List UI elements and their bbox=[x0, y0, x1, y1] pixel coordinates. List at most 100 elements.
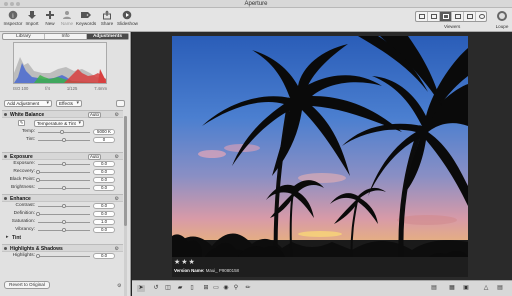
saturation-slider-knob[interactable] bbox=[62, 220, 66, 224]
brightness-value[interactable]: 0.0 bbox=[93, 185, 115, 191]
tab-adjustments[interactable]: Adjustments bbox=[87, 34, 128, 39]
inspector-button[interactable]: i Inspector bbox=[3, 10, 23, 26]
tint-disclosure[interactable]: ▸ Tint bbox=[2, 234, 123, 242]
keywords-icon bbox=[81, 12, 91, 18]
viewer-mode-browser[interactable] bbox=[416, 12, 428, 21]
viewer-mode-map[interactable] bbox=[452, 12, 464, 21]
highlights-shadows-checkbox[interactable] bbox=[4, 247, 7, 250]
viewer-mode-globe[interactable] bbox=[476, 12, 488, 21]
inspector-scrollbar[interactable] bbox=[124, 116, 127, 296]
black-point-slider[interactable] bbox=[38, 180, 90, 181]
definition-slider[interactable] bbox=[38, 214, 90, 215]
vibrancy-value[interactable]: 0.0 bbox=[93, 227, 115, 233]
eyedropper-icon[interactable]: ✎ bbox=[18, 120, 25, 126]
temp-row: Temp: 5000 K bbox=[2, 128, 123, 136]
selection-tool-icon[interactable]: ➤ bbox=[137, 285, 145, 292]
revert-to-original-button[interactable]: Revert to Original bbox=[4, 281, 50, 289]
share-panel-icon[interactable]: △ bbox=[482, 285, 490, 292]
exposure-header[interactable]: Exposure Auto ⚙ bbox=[2, 152, 123, 160]
keywords-button[interactable]: Keywords bbox=[76, 10, 96, 26]
contrast-row: Contrast: 0.0 bbox=[2, 202, 123, 210]
exposure-checkbox[interactable] bbox=[4, 155, 7, 158]
retouch-icon[interactable]: ⚲ bbox=[232, 285, 240, 292]
exposure-value[interactable]: 0.0 bbox=[93, 161, 115, 167]
saturation-value[interactable]: 1.0 bbox=[93, 219, 115, 225]
recovery-slider[interactable] bbox=[38, 172, 90, 173]
scrollbar-thumb[interactable] bbox=[124, 116, 127, 226]
exposure-slider-knob[interactable] bbox=[62, 162, 66, 166]
gear-icon[interactable]: ⚙ bbox=[117, 283, 121, 289]
definition-slider-knob[interactable] bbox=[36, 212, 40, 216]
vibrancy-slider-knob[interactable] bbox=[62, 228, 66, 232]
add-adjustment-popup[interactable]: Add Adjustment bbox=[4, 100, 52, 107]
viewer-layout-icon[interactable]: ▦ bbox=[448, 285, 456, 292]
black-point-value[interactable]: 0.0 bbox=[93, 177, 115, 183]
star-rating[interactable]: ★★★ bbox=[174, 258, 196, 266]
definition-value[interactable]: 0.0 bbox=[93, 211, 115, 217]
name-icon bbox=[63, 11, 71, 19]
temp-value[interactable]: 5000 K bbox=[93, 129, 115, 135]
white-balance-checkbox[interactable] bbox=[4, 113, 7, 116]
tint-label: Tint: bbox=[25, 137, 35, 142]
name-button[interactable]: Name bbox=[57, 10, 77, 26]
highlights-slider-knob[interactable] bbox=[36, 254, 40, 258]
white-balance-header[interactable]: White Balance Auto ⚙ bbox=[2, 110, 123, 118]
viewer-mode-split[interactable] bbox=[428, 12, 440, 21]
stamp-icon[interactable]: ▯ bbox=[188, 285, 196, 292]
straighten-tool-icon[interactable]: ▭ bbox=[212, 285, 220, 292]
enhance-section: Enhance ⚙ Contrast: 0.0 Definition: 0.0 Sa… bbox=[2, 194, 123, 242]
highlights-shadows-section: Highlights & Shadows ⚙ Highlights: 0.0 bbox=[2, 244, 123, 260]
tab-info[interactable]: Info bbox=[45, 34, 87, 39]
enhance-header[interactable]: Enhance ⚙ bbox=[2, 194, 123, 202]
exposure-label: Exposure: bbox=[13, 161, 35, 166]
loupe-button[interactable]: Loupe bbox=[494, 10, 510, 29]
slideshow-button[interactable]: Slideshow bbox=[117, 10, 138, 26]
viewer-mode-dual[interactable] bbox=[464, 12, 476, 21]
photo[interactable] bbox=[172, 36, 468, 270]
dual-display-icon bbox=[467, 14, 473, 19]
recovery-value[interactable]: 0.0 bbox=[93, 169, 115, 175]
brightness-slider-knob[interactable] bbox=[62, 186, 66, 190]
tint-slider-knob[interactable] bbox=[62, 138, 66, 142]
temp-slider-knob[interactable] bbox=[60, 130, 64, 134]
red-eye-icon[interactable]: ◉ bbox=[222, 285, 230, 292]
inspector-panel: Library Info Adjustments ISO 100 f/4 1/1… bbox=[0, 32, 131, 296]
viewer-mode-viewer[interactable] bbox=[440, 12, 452, 21]
bottom-toolbar: ➤ ↺ ◫ ▰ ▯ ⊞ ▭ ◉ ⚲ ✏ ▤ ▦ ▣ △ ▤ bbox=[132, 280, 512, 296]
highlights-slider[interactable] bbox=[38, 256, 90, 257]
contrast-value[interactable]: 0.0 bbox=[93, 203, 115, 209]
black-point-slider-knob[interactable] bbox=[36, 178, 40, 182]
exposure-row: Exposure: 0.0 bbox=[2, 160, 123, 168]
vibrancy-row: Vibrancy: 0.0 bbox=[2, 226, 123, 234]
display-options-icon[interactable]: ▤ bbox=[430, 285, 438, 292]
crop-icon[interactable]: ⊞ bbox=[202, 285, 210, 292]
temp-label: Temp: bbox=[21, 129, 35, 134]
highlights-shadows-header[interactable]: Highlights & Shadows ⚙ bbox=[2, 244, 123, 252]
temp-slider[interactable] bbox=[38, 132, 90, 133]
tint-value[interactable]: 0 bbox=[93, 137, 115, 143]
viewer-icon bbox=[443, 14, 449, 19]
effects-popup[interactable]: Effects bbox=[56, 100, 82, 107]
new-icon bbox=[46, 11, 54, 19]
brush-icon[interactable]: ✏ bbox=[244, 285, 252, 292]
straighten-icon[interactable]: ◫ bbox=[164, 285, 172, 292]
tab-library[interactable]: Library bbox=[3, 34, 45, 39]
adjustment-bar: Add Adjustment Effects bbox=[2, 100, 129, 108]
adjustment-settings-button[interactable] bbox=[116, 100, 125, 107]
split-view-icon bbox=[431, 14, 437, 19]
fullscreen-icon[interactable]: ▣ bbox=[462, 285, 470, 292]
import-button[interactable]: Import bbox=[22, 10, 42, 26]
highlights-value[interactable]: 0.0 bbox=[93, 253, 115, 259]
exif-shutter: 1/125 bbox=[66, 86, 78, 91]
recovery-slider-knob[interactable] bbox=[36, 170, 40, 174]
share-button[interactable]: Share bbox=[97, 10, 117, 26]
white-balance-mode-popup[interactable]: Temperature & Tint bbox=[34, 120, 84, 127]
browser-view-icon[interactable]: ▤ bbox=[496, 285, 504, 292]
lift-icon[interactable]: ▰ bbox=[176, 285, 184, 292]
enhance-checkbox[interactable] bbox=[4, 197, 7, 200]
contrast-slider-knob[interactable] bbox=[62, 204, 66, 208]
import-icon bbox=[28, 11, 36, 19]
highlights-label: Highlights: bbox=[12, 253, 35, 258]
rotate-icon[interactable]: ↺ bbox=[152, 285, 160, 292]
viewers-control[interactable] bbox=[415, 11, 487, 22]
